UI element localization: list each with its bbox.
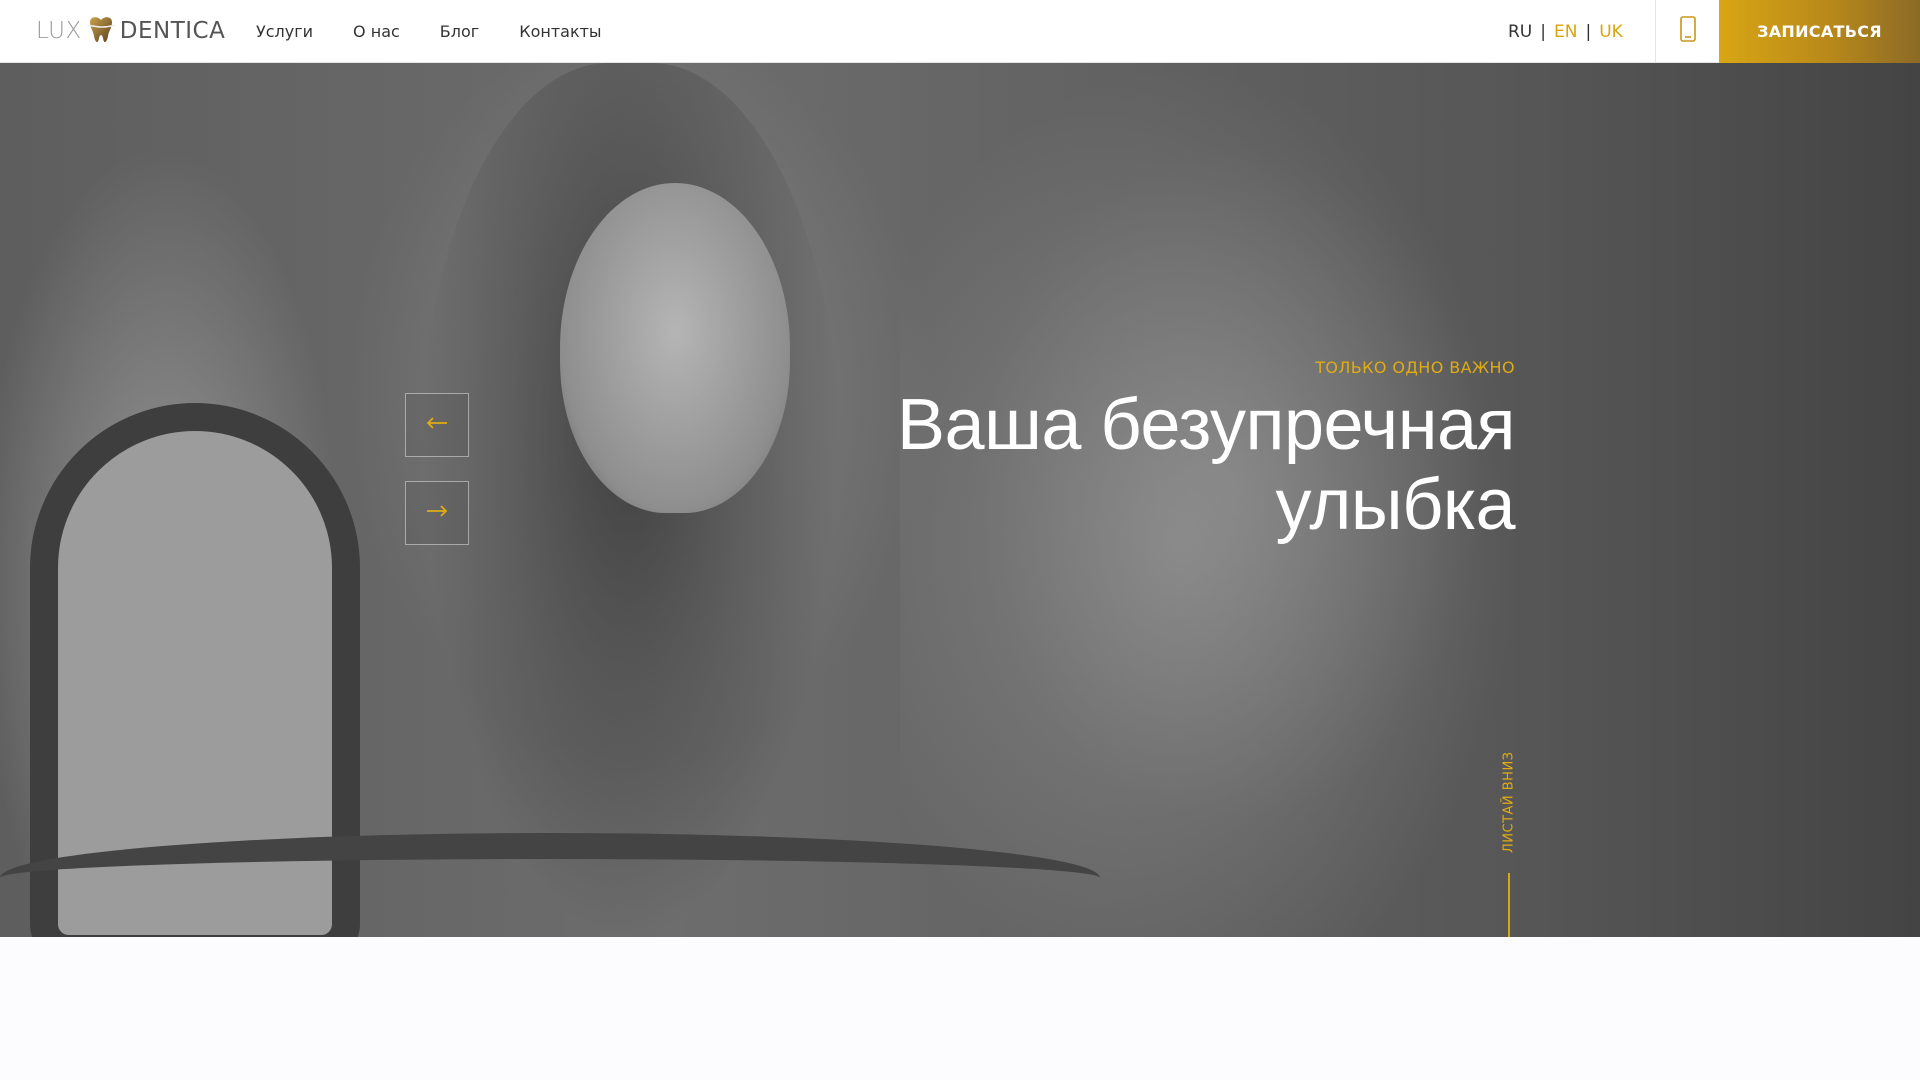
nav-item-services[interactable]: Услуги xyxy=(256,22,313,41)
hero-banner: ТОЛЬКО ОДНО ВАЖНО Ваша безупречная улыбк… xyxy=(0,63,1920,937)
scroll-down-hint[interactable]: ЛИСТАЙ ВНИЗ xyxy=(1497,743,1521,937)
scroll-down-line xyxy=(1508,873,1510,937)
nav-item-about[interactable]: О нас xyxy=(353,22,400,41)
hero-title-line2: улыбка xyxy=(1275,465,1515,545)
phone-button[interactable] xyxy=(1655,0,1719,63)
scroll-down-label: ЛИСТАЙ ВНИЗ xyxy=(1501,751,1517,853)
hero-eyebrow: ТОЛЬКО ОДНО ВАЖНО xyxy=(1315,358,1515,377)
hero-text-block: ТОЛЬКО ОДНО ВАЖНО Ваша безупречная улыбк… xyxy=(815,358,1515,545)
mobile-phone-icon xyxy=(1679,16,1697,47)
lang-uk-link[interactable]: UK xyxy=(1599,22,1623,42)
logo-text-dentica: DENTICA xyxy=(119,18,226,44)
hero-photo-chair-arm xyxy=(0,833,1100,923)
lang-separator: | xyxy=(1585,21,1592,42)
arrow-right-icon xyxy=(426,504,448,523)
main-nav: Услуги О нас Блог Контакты xyxy=(256,0,602,63)
slider-next-button[interactable] xyxy=(405,481,469,545)
site-header: LUX DENTICA Услуги О нас Блог Контакты R… xyxy=(0,0,1920,63)
hero-photo-face xyxy=(560,183,790,513)
lang-en-link[interactable]: EN xyxy=(1554,22,1577,42)
logo-text-lux: LUX xyxy=(36,18,82,44)
tooth-logo-icon xyxy=(84,14,118,48)
arrow-left-icon xyxy=(426,416,448,435)
nav-item-blog[interactable]: Блог xyxy=(440,22,479,41)
logo[interactable]: LUX DENTICA xyxy=(36,14,225,48)
hero-title-line1: Ваша безупречная xyxy=(897,385,1515,465)
slider-prev-button[interactable] xyxy=(405,393,469,457)
nav-item-contacts[interactable]: Контакты xyxy=(519,22,601,41)
lang-separator: | xyxy=(1540,21,1546,42)
language-switcher: RU | EN | UK xyxy=(1508,0,1623,63)
signup-button[interactable]: ЗАПИСАТЬСЯ xyxy=(1719,0,1920,63)
hero-title: Ваша безупречная улыбка xyxy=(815,385,1515,545)
lang-ru-link[interactable]: RU xyxy=(1508,22,1532,42)
